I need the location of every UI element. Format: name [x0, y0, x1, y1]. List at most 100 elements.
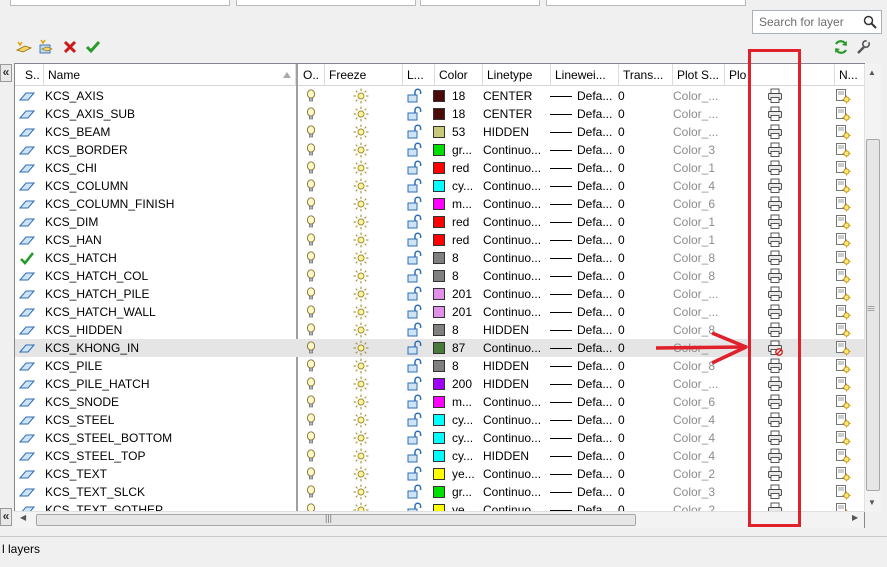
unlock-icon[interactable]: [406, 466, 422, 482]
layer-name[interactable]: KCS_SNODE: [45, 393, 295, 411]
color-name[interactable]: m...: [452, 195, 482, 213]
new-vp-freeze-icon[interactable]: [835, 448, 851, 464]
color-swatch[interactable]: [433, 198, 445, 210]
linetype-value[interactable]: Continuo...: [483, 411, 551, 429]
table-row[interactable]: KCS_COLUMN_FINISH m... Continuo... Defa... 0…: [15, 195, 864, 213]
table-row[interactable]: KCS_SNODE m... Continuo... Defa... 0 Color_6: [15, 393, 864, 411]
layer-name[interactable]: KCS_HIDDEN: [45, 321, 295, 339]
linetype-value[interactable]: Continuo...: [483, 339, 551, 357]
plot-printer-icon[interactable]: [767, 232, 783, 248]
new-vp-freeze-icon[interactable]: [835, 394, 851, 410]
color-name[interactable]: m...: [452, 393, 482, 411]
on-bulb-icon[interactable]: [303, 178, 319, 194]
on-bulb-icon[interactable]: [303, 466, 319, 482]
transparency-value[interactable]: 0: [618, 141, 658, 159]
on-bulb-icon[interactable]: [303, 484, 319, 500]
plot-printer-icon[interactable]: [767, 142, 783, 158]
linetype-value[interactable]: HIDDEN: [483, 321, 551, 339]
new-layer-vp-frozen-button[interactable]: [37, 38, 57, 56]
transparency-value[interactable]: 0: [618, 429, 658, 447]
color-name[interactable]: 201: [452, 303, 482, 321]
new-vp-freeze-icon[interactable]: [835, 214, 851, 230]
linetype-value[interactable]: Continuo...: [483, 465, 551, 483]
lineweight-value[interactable]: Defa...: [577, 267, 617, 285]
table-row[interactable]: KCS_HIDDEN 8 HIDDEN Defa... 0 Color_8: [15, 321, 864, 339]
transparency-value[interactable]: 0: [618, 87, 658, 105]
freeze-sun-icon[interactable]: [353, 304, 369, 320]
plot-style-value[interactable]: Color_...: [673, 285, 723, 303]
col-plot-style[interactable]: Plot S...: [673, 64, 725, 86]
plot-printer-icon[interactable]: [767, 448, 783, 464]
color-name[interactable]: cy...: [452, 447, 482, 465]
col-name[interactable]: Name: [44, 64, 296, 86]
unlock-icon[interactable]: [406, 484, 422, 500]
layer-status-icon[interactable]: [18, 232, 36, 248]
on-bulb-icon[interactable]: [303, 160, 319, 176]
new-vp-freeze-icon[interactable]: [835, 484, 851, 500]
settings-button[interactable]: [853, 38, 873, 56]
on-bulb-icon[interactable]: [303, 124, 319, 140]
new-vp-freeze-icon[interactable]: [835, 376, 851, 392]
color-swatch[interactable]: [433, 90, 445, 102]
layer-name[interactable]: KCS_PILE_HATCH: [45, 375, 295, 393]
linetype-value[interactable]: CENTER: [483, 105, 551, 123]
scroll-up-icon[interactable]: ▲: [868, 68, 876, 77]
transparency-value[interactable]: 0: [618, 411, 658, 429]
lineweight-value[interactable]: Defa...: [577, 141, 617, 159]
layer-name[interactable]: KCS_HAN: [45, 231, 295, 249]
plot-printer-icon[interactable]: [767, 286, 783, 302]
layer-status-icon[interactable]: [18, 448, 36, 464]
layer-name[interactable]: KCS_AXIS_SUB: [45, 105, 295, 123]
transparency-value[interactable]: 0: [618, 339, 658, 357]
on-bulb-icon[interactable]: [303, 214, 319, 230]
linetype-value[interactable]: HIDDEN: [483, 447, 551, 465]
layer-status-icon[interactable]: [18, 304, 36, 320]
table-row[interactable]: KCS_STEEL_TOP cy... HIDDEN Defa... 0 Color_4: [15, 447, 864, 465]
color-name[interactable]: cy...: [452, 177, 482, 195]
on-bulb-icon[interactable]: [303, 448, 319, 464]
on-bulb-icon[interactable]: [303, 196, 319, 212]
plot-printer-icon[interactable]: [767, 376, 783, 392]
layer-name[interactable]: KCS_PILE: [45, 357, 295, 375]
layer-name[interactable]: KCS_AXIS: [45, 87, 295, 105]
freeze-sun-icon[interactable]: [353, 376, 369, 392]
color-name[interactable]: red: [452, 231, 482, 249]
color-name[interactable]: gr...: [452, 141, 482, 159]
freeze-sun-icon[interactable]: [353, 106, 369, 122]
color-name[interactable]: 200: [452, 375, 482, 393]
on-bulb-icon[interactable]: [303, 430, 319, 446]
new-vp-freeze-icon[interactable]: [835, 430, 851, 446]
color-name[interactable]: cy...: [452, 429, 482, 447]
transparency-value[interactable]: 0: [618, 285, 658, 303]
color-name[interactable]: 87: [452, 339, 482, 357]
plot-printer-icon[interactable]: [767, 214, 783, 230]
lineweight-value[interactable]: Defa...: [577, 105, 617, 123]
unlock-icon[interactable]: [406, 160, 422, 176]
plot-style-value[interactable]: Color_3: [673, 141, 723, 159]
new-vp-freeze-icon[interactable]: [835, 412, 851, 428]
col-freeze[interactable]: Freeze: [325, 64, 403, 86]
color-name[interactable]: ye...: [452, 465, 482, 483]
plot-printer-icon[interactable]: [767, 322, 783, 338]
search-icon[interactable]: [863, 15, 877, 29]
lineweight-value[interactable]: Defa...: [577, 231, 617, 249]
layer-name[interactable]: KCS_COLUMN_FINISH: [45, 195, 295, 213]
color-name[interactable]: 53: [452, 123, 482, 141]
lineweight-value[interactable]: Defa...: [577, 321, 617, 339]
color-name[interactable]: cy...: [452, 411, 482, 429]
plot-style-value[interactable]: Color_1: [673, 159, 723, 177]
unlock-icon[interactable]: [406, 412, 422, 428]
plot-style-value[interactable]: Color_6: [673, 195, 723, 213]
layer-name[interactable]: KCS_TEXT: [45, 465, 295, 483]
plot-printer-icon[interactable]: [767, 250, 783, 266]
color-name[interactable]: gr...: [452, 483, 482, 501]
layer-status-icon[interactable]: [18, 106, 36, 122]
color-name[interactable]: red: [452, 213, 482, 231]
linetype-value[interactable]: Continuo...: [483, 195, 551, 213]
new-vp-freeze-icon[interactable]: [835, 250, 851, 266]
linetype-value[interactable]: Continuo...: [483, 177, 551, 195]
transparency-value[interactable]: 0: [618, 267, 658, 285]
col-lock[interactable]: L...: [403, 64, 435, 86]
set-current-button[interactable]: [83, 38, 103, 56]
plot-style-value[interactable]: Color_4: [673, 429, 723, 447]
